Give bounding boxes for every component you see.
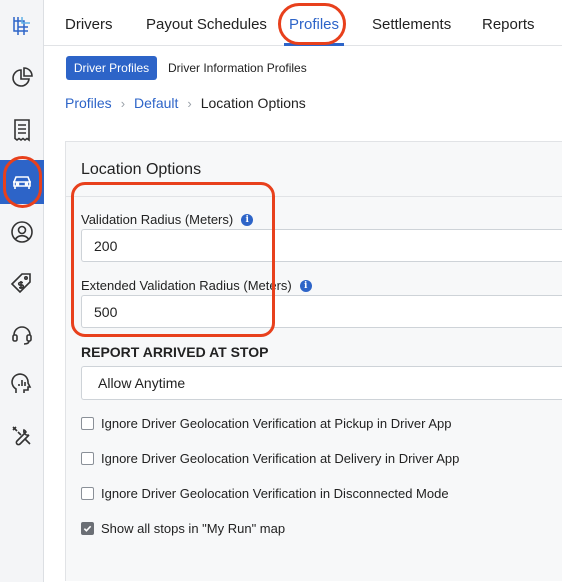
pie-chart-icon (12, 67, 33, 87)
tab-settlements[interactable]: Settlements (372, 16, 451, 33)
sidebar-item-drivers[interactable] (0, 160, 44, 204)
info-icon[interactable]: i (241, 213, 254, 226)
extended-radius-label: Extended Validation Radius (Meters) i (81, 278, 312, 293)
checkbox-row-disconnected[interactable]: Ignore Driver Geolocation Verification i… (81, 486, 449, 501)
logo-icon (13, 17, 30, 35)
sidebar-item-analytics[interactable] (0, 364, 44, 404)
receipt-icon (14, 119, 30, 142)
price-tag-icon (10, 273, 31, 294)
panel-divider (66, 196, 562, 197)
subtab-driver-information-profiles[interactable]: Driver Information Profiles (168, 61, 307, 75)
tab-drivers[interactable]: Drivers (65, 16, 113, 33)
delivery-checkbox-label: Ignore Driver Geolocation Verification a… (101, 451, 460, 466)
sidebar-item-dashboard[interactable] (0, 58, 44, 98)
breadcrumb-default[interactable]: Default (134, 95, 178, 111)
active-tab-indicator (284, 43, 344, 46)
checkbox-row-pickup[interactable]: Ignore Driver Geolocation Verification a… (81, 416, 451, 431)
chevron-right-icon: › (120, 95, 126, 111)
breadcrumb-profiles[interactable]: Profiles (65, 95, 112, 111)
sidebar-item-orders[interactable] (0, 110, 44, 150)
show-all-stops-checkbox-label: Show all stops in "My Run" map (101, 521, 286, 536)
disconnected-checkbox-label: Ignore Driver Geolocation Verification i… (101, 486, 449, 501)
checkbox-row-delivery[interactable]: Ignore Driver Geolocation Verification a… (81, 451, 459, 466)
tab-profiles[interactable]: Profiles (289, 16, 339, 33)
car-icon (13, 176, 31, 189)
analytics-head-icon (11, 373, 32, 393)
app-root: Drivers Payout Schedules Profiles Settle… (0, 0, 562, 582)
sidebar-logo[interactable] (0, 6, 44, 46)
show-all-stops-checkbox[interactable] (81, 522, 94, 535)
sidebar-item-customers[interactable] (0, 212, 44, 252)
sidebar (0, 0, 44, 582)
validation-radius-label: Validation Radius (Meters) i (81, 212, 254, 227)
sidebar-item-support[interactable] (0, 314, 44, 354)
headset-icon (12, 326, 32, 345)
panel-title: Location Options (81, 161, 202, 178)
tab-reports[interactable]: Reports (482, 16, 535, 33)
checkmark-icon (83, 525, 92, 532)
disconnected-checkbox[interactable] (81, 487, 94, 500)
user-icon (11, 221, 33, 243)
delivery-checkbox[interactable] (81, 452, 94, 465)
top-tabs: Drivers Payout Schedules Profiles Settle… (44, 0, 562, 46)
extended-radius-label-text: Extended Validation Radius (Meters) (81, 278, 292, 293)
sidebar-item-pricing[interactable] (0, 264, 44, 304)
extended-radius-input[interactable]: 500 (81, 295, 562, 328)
validation-radius-label-text: Validation Radius (Meters) (81, 212, 234, 227)
tab-payout-schedules[interactable]: Payout Schedules (146, 16, 267, 33)
breadcrumb-current: Location Options (200, 95, 306, 111)
report-arrived-select[interactable]: Allow Anytime (81, 366, 562, 400)
report-arrived-heading: REPORT ARRIVED AT STOP (81, 344, 269, 360)
location-options-panel (65, 141, 562, 581)
tools-icon (12, 426, 31, 446)
subtab-driver-profiles[interactable]: Driver Profiles (66, 56, 157, 80)
chevron-right-icon: › (187, 95, 192, 111)
pickup-checkbox-label: Ignore Driver Geolocation Verification a… (101, 416, 452, 431)
sidebar-item-settings[interactable] (0, 416, 44, 456)
checkbox-row-show-all-stops[interactable]: Show all stops in "My Run" map (81, 521, 285, 536)
breadcrumb: Profiles › Default › Location Options (65, 95, 306, 111)
pickup-checkbox[interactable] (81, 417, 94, 430)
validation-radius-input[interactable]: 200 (81, 229, 562, 262)
info-icon[interactable]: i (299, 279, 312, 292)
